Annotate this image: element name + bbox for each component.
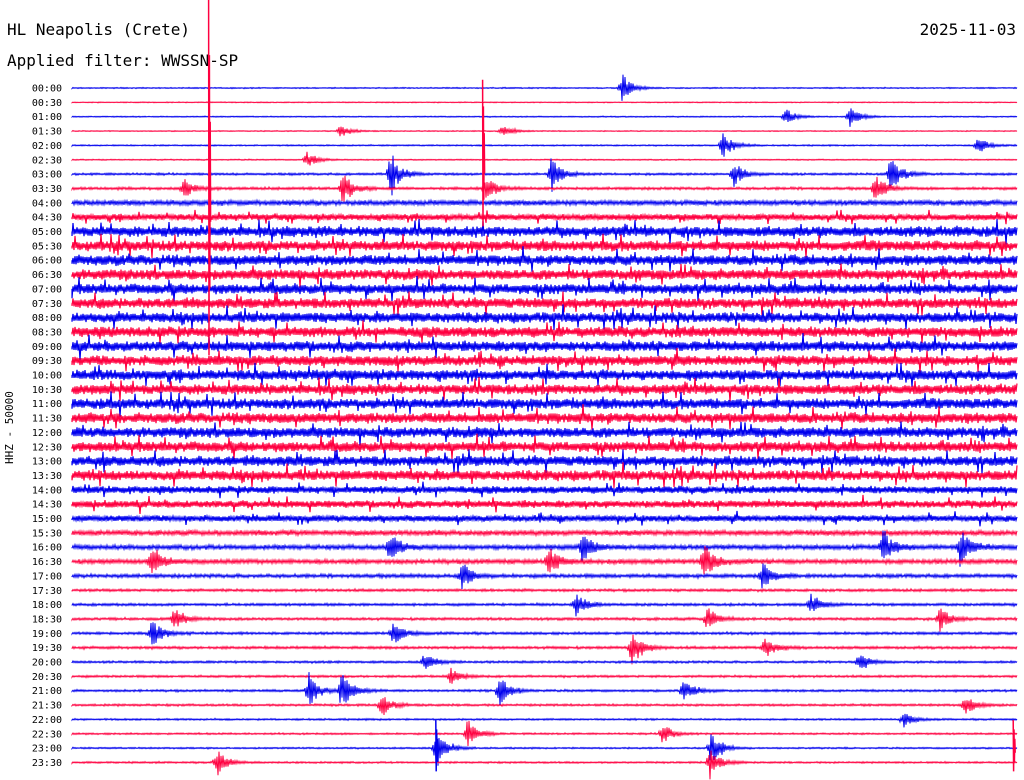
trace-row (71, 546, 1018, 575)
row-time-label: 06:00 (32, 256, 62, 267)
trace-row (71, 151, 1018, 166)
trace-spike (1012, 720, 1016, 772)
row-time-label: 15:00 (32, 514, 62, 525)
row-time-label: 19:30 (32, 643, 62, 654)
helicorder-plot: 00:00 00:30 01:00 01:30 02:00 02:30 03:00 03:30… (32, 0, 1018, 780)
row-time-label: 20:30 (32, 672, 62, 683)
row-time-label: 06:30 (32, 270, 62, 281)
row-time-label: 09:00 (32, 342, 62, 353)
trace-row (71, 481, 1018, 499)
trace-row (71, 362, 1018, 387)
row-time-label: 10:00 (32, 371, 62, 382)
trace-row (71, 750, 1018, 780)
trace-row (71, 433, 1018, 460)
trace-row (71, 347, 1018, 374)
trace-row (71, 713, 1018, 728)
trace-row (71, 462, 1018, 488)
row-time-label: 18:00 (32, 600, 62, 611)
row-time-label: 04:00 (32, 198, 62, 209)
row-time-label: 23:00 (32, 744, 62, 755)
row-time-label: 10:30 (32, 385, 62, 396)
row-time-label: 05:30 (32, 241, 62, 252)
row-time-label: 00:30 (32, 98, 62, 109)
trace-row (71, 720, 1018, 747)
trace-row (71, 528, 1018, 538)
row-time-label: 21:00 (32, 686, 62, 697)
trace-row (71, 175, 1018, 202)
row-time-label: 00:00 (32, 84, 62, 95)
row-time-label: 11:30 (32, 414, 62, 425)
row-time-label: 18:30 (32, 614, 62, 625)
row-time-label: 01:30 (32, 127, 62, 138)
trace-row (71, 101, 1018, 104)
trace-row (71, 209, 1018, 225)
row-time-label: 17:00 (32, 571, 62, 582)
trace-row (71, 320, 1018, 345)
row-time-label: 16:00 (32, 543, 62, 554)
trace-row (71, 291, 1018, 316)
row-time-label: 16:30 (32, 557, 62, 568)
row-time-label: 03:30 (32, 184, 62, 195)
tick-label-layer: 00:00 00:30 01:00 01:30 02:00 02:30 03:00 03:30… (32, 84, 62, 769)
trace-row (71, 655, 1018, 669)
trace-row (71, 608, 1018, 632)
trace-row (71, 622, 1018, 645)
row-time-label: 08:00 (32, 313, 62, 324)
row-time-label: 01:00 (32, 112, 62, 123)
trace-row (71, 667, 1018, 684)
row-time-label: 07:30 (32, 299, 62, 310)
trace-layer (71, 0, 1018, 780)
row-time-label: 11:00 (32, 399, 62, 410)
trace-row (71, 108, 1018, 127)
trace-row (71, 133, 1018, 157)
row-time-label: 12:00 (32, 428, 62, 439)
row-time-label: 02:00 (32, 141, 62, 152)
row-time-label: 13:30 (32, 471, 62, 482)
trace-row (71, 697, 1018, 716)
trace-row (71, 74, 1018, 101)
row-time-label: 03:00 (32, 170, 62, 181)
trace-row (71, 494, 1018, 514)
trace-row (71, 233, 1018, 258)
row-time-label: 23:30 (32, 758, 62, 769)
row-time-label: 15:30 (32, 528, 62, 539)
row-time-label: 17:30 (32, 586, 62, 597)
trace-row (71, 198, 1018, 208)
trace-row (71, 593, 1018, 617)
trace-row (71, 510, 1018, 527)
row-time-label: 04:30 (32, 213, 62, 224)
trace-row (71, 391, 1018, 417)
trace-row (71, 449, 1018, 474)
trace-row (71, 563, 1018, 590)
row-time-label: 20:00 (32, 658, 62, 669)
trace-row (71, 376, 1018, 402)
trace-row (71, 304, 1018, 330)
row-time-label: 13:00 (32, 457, 62, 468)
row-time-label: 19:00 (32, 629, 62, 640)
row-time-label: 22:00 (32, 715, 62, 726)
row-time-label: 14:30 (32, 500, 62, 511)
trace-row (71, 404, 1018, 430)
row-time-label: 02:30 (32, 155, 62, 166)
trace-row (71, 126, 1018, 137)
row-time-label: 05:00 (32, 227, 62, 238)
row-time-label: 12:30 (32, 442, 62, 453)
row-time-label: 08:30 (32, 327, 62, 338)
row-time-label: 09:30 (32, 356, 62, 367)
row-time-label: 07:00 (32, 284, 62, 295)
row-time-label: 21:30 (32, 701, 62, 712)
row-time-label: 14:00 (32, 485, 62, 496)
trace-row (71, 587, 1018, 594)
row-time-label: 22:30 (32, 729, 62, 740)
